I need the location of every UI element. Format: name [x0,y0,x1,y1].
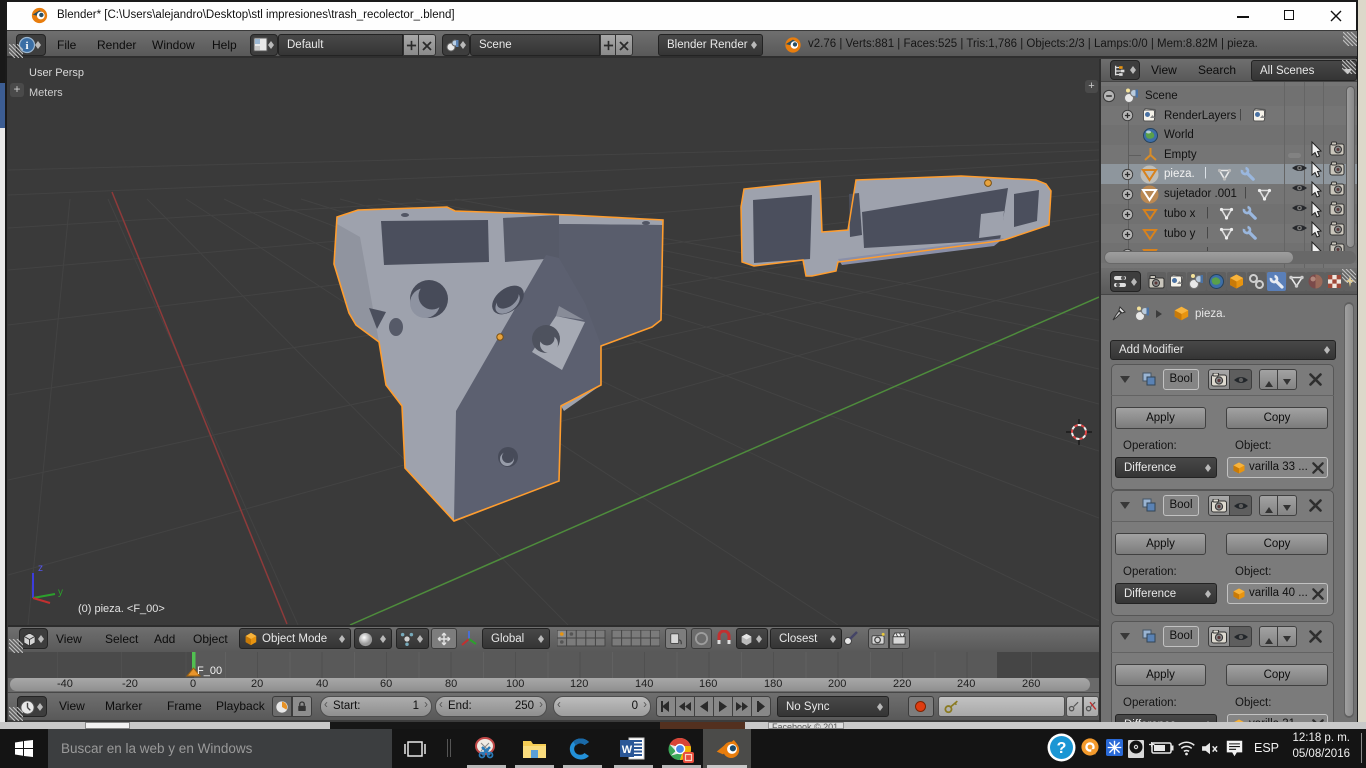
svg-text:z: z [38,563,43,574]
svg-text:W: W [622,744,633,756]
svg-text:?: ? [1057,740,1067,757]
svg-text:y: y [58,587,63,598]
